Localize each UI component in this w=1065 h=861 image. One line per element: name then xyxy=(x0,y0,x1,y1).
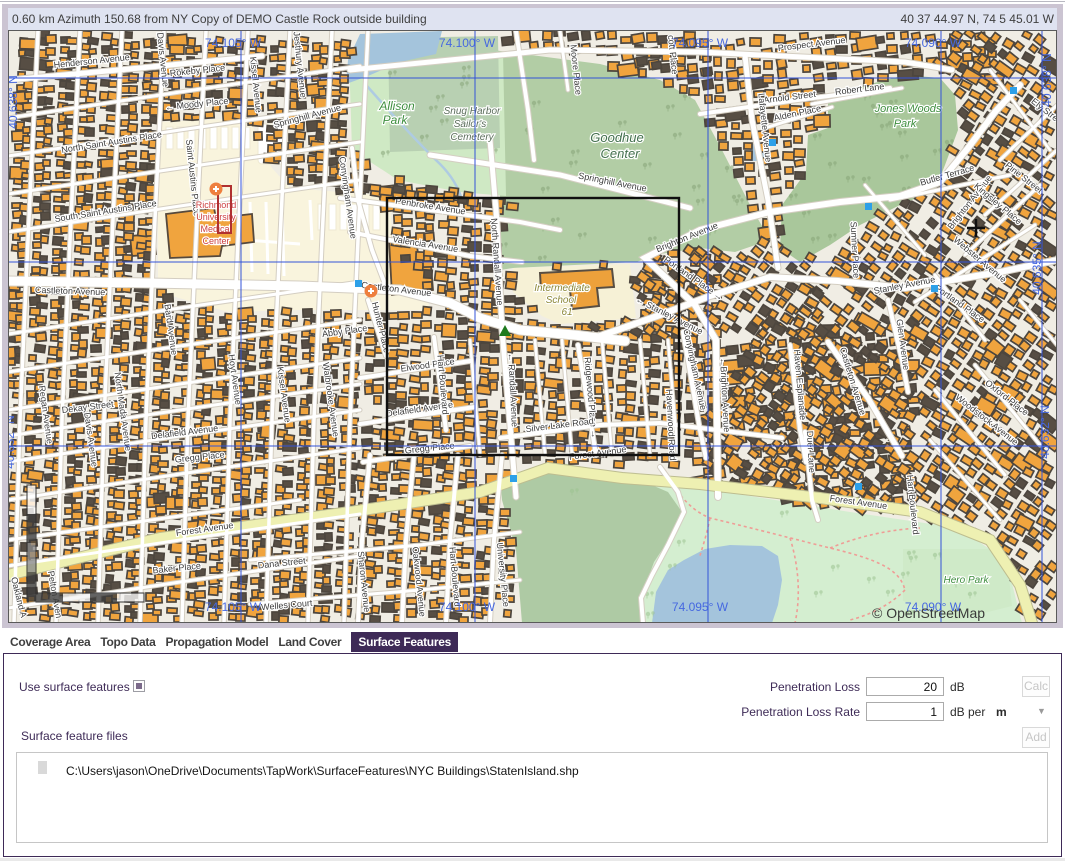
svg-text:Snug Harbor: Snug Harbor xyxy=(444,106,501,117)
svg-text:Park: Park xyxy=(894,118,917,130)
svg-text:74.090° W: 74.090° W xyxy=(905,36,962,50)
svg-text:© OpenStreetMap: © OpenStreetMap xyxy=(872,605,985,621)
svg-text:Hero Park: Hero Park xyxy=(943,575,989,586)
svg-text:40.638° N: 40.638° N xyxy=(1040,53,1054,107)
svg-text:Cemetery: Cemetery xyxy=(450,132,494,143)
svg-text:40.635° N: 40.635° N xyxy=(1030,241,1044,295)
svg-text:74.105° W: 74.105° W xyxy=(205,600,262,614)
svg-text:40.638° N: 40.638° N xyxy=(8,75,20,129)
svg-text:74.105° W: 74.105° W xyxy=(205,36,262,50)
svg-text:Center: Center xyxy=(202,236,229,246)
svg-text:74.100° W: 74.100° W xyxy=(439,36,496,50)
svg-text:Goodhue: Goodhue xyxy=(590,130,644,145)
svg-text:School: School xyxy=(546,295,577,306)
svg-text:Center: Center xyxy=(600,146,640,161)
svg-text:61: 61 xyxy=(561,307,572,318)
svg-text:Park: Park xyxy=(383,113,409,127)
svg-text:Jones Woods: Jones Woods xyxy=(874,103,942,115)
svg-text:Allison: Allison xyxy=(378,99,415,113)
svg-text:74.095° W: 74.095° W xyxy=(672,36,729,50)
svg-text:Sailor's: Sailor's xyxy=(454,119,486,130)
svg-text:74.095° W: 74.095° W xyxy=(672,600,729,614)
svg-text:40.632° N: 40.632° N xyxy=(1038,405,1052,459)
svg-text:Intermediate: Intermediate xyxy=(534,283,590,294)
svg-text:74.100° W: 74.100° W xyxy=(439,600,496,614)
svg-text:40.632° N: 40.632° N xyxy=(8,415,17,469)
